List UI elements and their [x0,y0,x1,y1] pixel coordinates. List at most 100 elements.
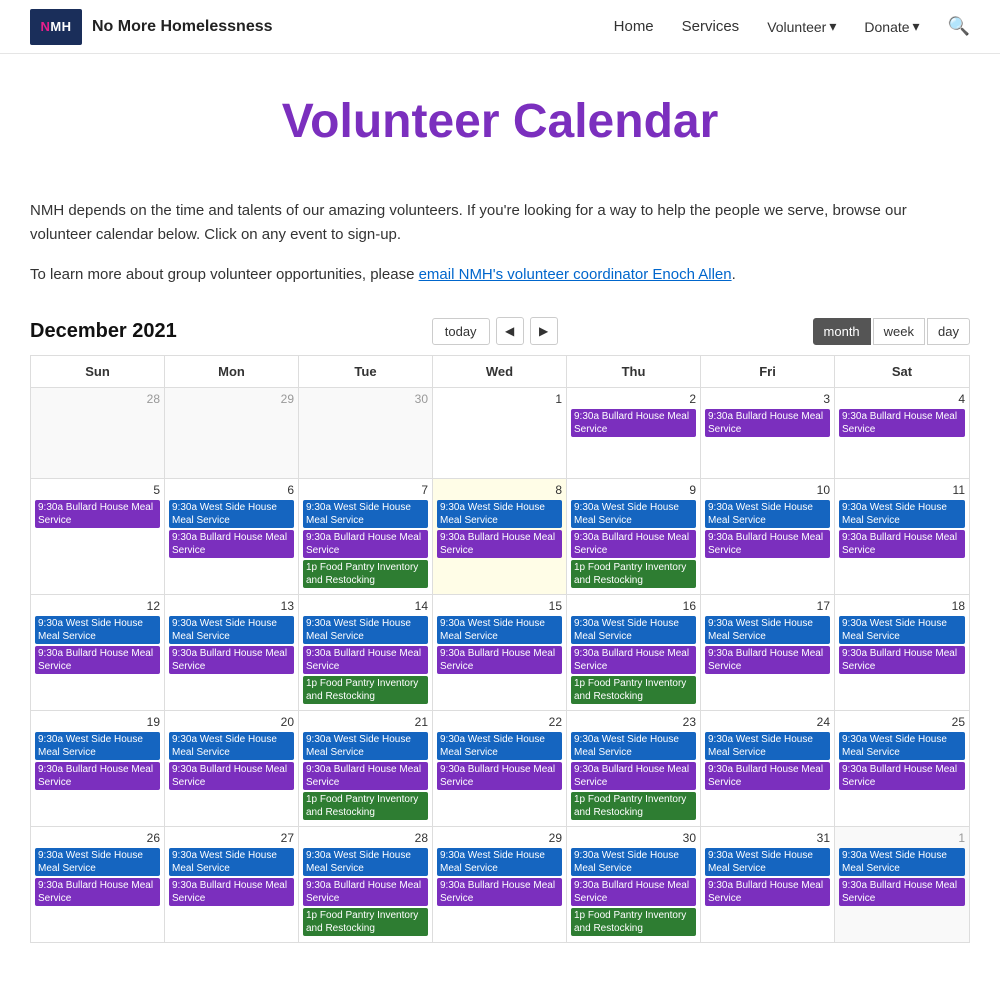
chevron-down-icon: ▾ [829,18,836,35]
event-dec25-bullard[interactable]: 9:30a Bullard House Meal Service [839,762,965,790]
event-dec26-bullard[interactable]: 9:30a Bullard House Meal Service [35,878,160,906]
event-dec8-bullard[interactable]: 9:30a Bullard House Meal Service [437,530,562,558]
event-dec30-westside[interactable]: 9:30a West Side House Meal Service [571,848,696,876]
event-dec22-bullard[interactable]: 9:30a Bullard House Meal Service [437,762,562,790]
event-dec30-foodpantry[interactable]: 1p Food Pantry Inventory and Restocking [571,908,696,936]
event-dec11-bullard[interactable]: 9:30a Bullard House Meal Service [839,530,965,558]
event-dec14-westside[interactable]: 9:30a West Side House Meal Service [303,616,428,644]
event-dec17-bullard[interactable]: 9:30a Bullard House Meal Service [705,646,830,674]
event-dec13-westside[interactable]: 9:30a West Side House Meal Service [169,616,294,644]
event-dec28-westside[interactable]: 9:30a West Side House Meal Service [303,848,428,876]
site-header: NMH No More Homelessness Home Services V… [0,0,1000,54]
cal-day-dec6: 6 9:30a West Side House Meal Service 9:3… [165,479,299,594]
header-wed: Wed [433,356,567,387]
nav-services[interactable]: Services [682,18,740,35]
event-dec5-bullard[interactable]: 9:30a Bullard House Meal Service [35,500,160,528]
event-dec17-westside[interactable]: 9:30a West Side House Meal Service [705,616,830,644]
event-dec4-bullard[interactable]: 9:30a Bullard House Meal Service [839,409,965,437]
cal-day-nov30: 30 [299,388,433,478]
nav-home[interactable]: Home [614,18,654,35]
nav-volunteer[interactable]: Volunteer ▾ [767,18,836,35]
header-fri: Fri [701,356,835,387]
event-dec27-bullard[interactable]: 9:30a Bullard House Meal Service [169,878,294,906]
event-dec28-bullard[interactable]: 9:30a Bullard House Meal Service [303,878,428,906]
site-name: No More Homelessness [92,18,273,36]
calendar-toolbar: December 2021 today ◀ ▶ month week day [30,317,970,345]
event-dec23-foodpantry[interactable]: 1p Food Pantry Inventory and Restocking [571,792,696,820]
today-button[interactable]: today [432,318,490,345]
event-dec13-bullard[interactable]: 9:30a Bullard House Meal Service [169,646,294,674]
event-dec10-westside[interactable]: 9:30a West Side House Meal Service [705,500,830,528]
cal-day-dec8: 8 9:30a West Side House Meal Service 9:3… [433,479,567,594]
event-dec12-westside[interactable]: 9:30a West Side House Meal Service [35,616,160,644]
event-jan1-westside[interactable]: 9:30a West Side House Meal Service [839,848,965,876]
event-dec30-bullard[interactable]: 9:30a Bullard House Meal Service [571,878,696,906]
event-dec31-bullard[interactable]: 9:30a Bullard House Meal Service [705,878,830,906]
event-dec25-westside[interactable]: 9:30a West Side House Meal Service [839,732,965,760]
cal-day-dec22: 22 9:30a West Side House Meal Service 9:… [433,711,567,826]
cal-day-dec4: 4 9:30a Bullard House Meal Service [835,388,969,478]
event-dec26-westside[interactable]: 9:30a West Side House Meal Service [35,848,160,876]
event-dec19-bullard[interactable]: 9:30a Bullard House Meal Service [35,762,160,790]
event-dec14-bullard[interactable]: 9:30a Bullard House Meal Service [303,646,428,674]
calendar-month-title: December 2021 [30,320,177,343]
search-icon[interactable]: 🔍 [948,16,970,37]
event-dec6-westside[interactable]: 9:30a West Side House Meal Service [169,500,294,528]
cal-day-dec12: 12 9:30a West Side House Meal Service 9:… [31,595,165,710]
event-dec7-foodpantry[interactable]: 1p Food Pantry Inventory and Restocking [303,560,428,588]
event-dec9-westside[interactable]: 9:30a West Side House Meal Service [571,500,696,528]
calendar-header-row: Sun Mon Tue Wed Thu Fri Sat [31,356,969,388]
event-dec16-westside[interactable]: 9:30a West Side House Meal Service [571,616,696,644]
week-row-5: 26 9:30a West Side House Meal Service 9:… [31,827,969,942]
cal-day-dec17: 17 9:30a West Side House Meal Service 9:… [701,595,835,710]
event-dec18-bullard[interactable]: 9:30a Bullard House Meal Service [839,646,965,674]
event-dec16-foodpantry[interactable]: 1p Food Pantry Inventory and Restocking [571,676,696,704]
event-dec18-westside[interactable]: 9:30a West Side House Meal Service [839,616,965,644]
week-view-button[interactable]: week [873,318,925,345]
event-dec3-bullard[interactable]: 9:30a Bullard House Meal Service [705,409,830,437]
event-dec20-bullard[interactable]: 9:30a Bullard House Meal Service [169,762,294,790]
next-button[interactable]: ▶ [530,317,558,345]
header-sat: Sat [835,356,969,387]
cal-day-dec20: 20 9:30a West Side House Meal Service 9:… [165,711,299,826]
event-dec9-bullard[interactable]: 9:30a Bullard House Meal Service [571,530,696,558]
event-dec10-bullard[interactable]: 9:30a Bullard House Meal Service [705,530,830,558]
event-dec8-westside[interactable]: 9:30a West Side House Meal Service [437,500,562,528]
event-dec22-westside[interactable]: 9:30a West Side House Meal Service [437,732,562,760]
event-dec24-westside[interactable]: 9:30a West Side House Meal Service [705,732,830,760]
event-dec28-foodpantry[interactable]: 1p Food Pantry Inventory and Restocking [303,908,428,936]
prev-button[interactable]: ◀ [496,317,524,345]
event-dec31-westside[interactable]: 9:30a West Side House Meal Service [705,848,830,876]
month-view-button[interactable]: month [813,318,871,345]
event-jan1-bullard[interactable]: 9:30a Bullard House Meal Service [839,878,965,906]
event-dec15-westside[interactable]: 9:30a West Side House Meal Service [437,616,562,644]
event-dec20-westside[interactable]: 9:30a West Side House Meal Service [169,732,294,760]
event-dec6-bullard[interactable]: 9:30a Bullard House Meal Service [169,530,294,558]
event-dec15-bullard[interactable]: 9:30a Bullard House Meal Service [437,646,562,674]
calendar-container: December 2021 today ◀ ▶ month week day S… [30,317,970,943]
cal-day-dec18: 18 9:30a West Side House Meal Service 9:… [835,595,969,710]
event-dec24-bullard[interactable]: 9:30a Bullard House Meal Service [705,762,830,790]
event-dec2-bullard[interactable]: 9:30a Bullard House Meal Service [571,409,696,437]
intro-paragraph-2: To learn more about group volunteer oppo… [30,263,970,287]
event-dec23-westside[interactable]: 9:30a West Side House Meal Service [571,732,696,760]
event-dec14-foodpantry[interactable]: 1p Food Pantry Inventory and Restocking [303,676,428,704]
event-dec12-bullard[interactable]: 9:30a Bullard House Meal Service [35,646,160,674]
event-dec9-foodpantry[interactable]: 1p Food Pantry Inventory and Restocking [571,560,696,588]
event-dec11-westside[interactable]: 9:30a West Side House Meal Service [839,500,965,528]
event-dec7-bullard[interactable]: 9:30a Bullard House Meal Service [303,530,428,558]
event-dec21-bullard[interactable]: 9:30a Bullard House Meal Service [303,762,428,790]
week-row-4: 19 9:30a West Side House Meal Service 9:… [31,711,969,827]
event-dec27-westside[interactable]: 9:30a West Side House Meal Service [169,848,294,876]
event-dec23-bullard[interactable]: 9:30a Bullard House Meal Service [571,762,696,790]
event-dec29-westside[interactable]: 9:30a West Side House Meal Service [437,848,562,876]
event-dec7-westside[interactable]: 9:30a West Side House Meal Service [303,500,428,528]
event-dec16-bullard[interactable]: 9:30a Bullard House Meal Service [571,646,696,674]
event-dec19-westside[interactable]: 9:30a West Side House Meal Service [35,732,160,760]
nav-donate[interactable]: Donate ▾ [864,18,919,35]
day-view-button[interactable]: day [927,318,970,345]
event-dec29-bullard[interactable]: 9:30a Bullard House Meal Service [437,878,562,906]
volunteer-coordinator-link[interactable]: email NMH's volunteer coordinator Enoch … [419,266,732,283]
event-dec21-foodpantry[interactable]: 1p Food Pantry Inventory and Restocking [303,792,428,820]
event-dec21-westside[interactable]: 9:30a West Side House Meal Service [303,732,428,760]
